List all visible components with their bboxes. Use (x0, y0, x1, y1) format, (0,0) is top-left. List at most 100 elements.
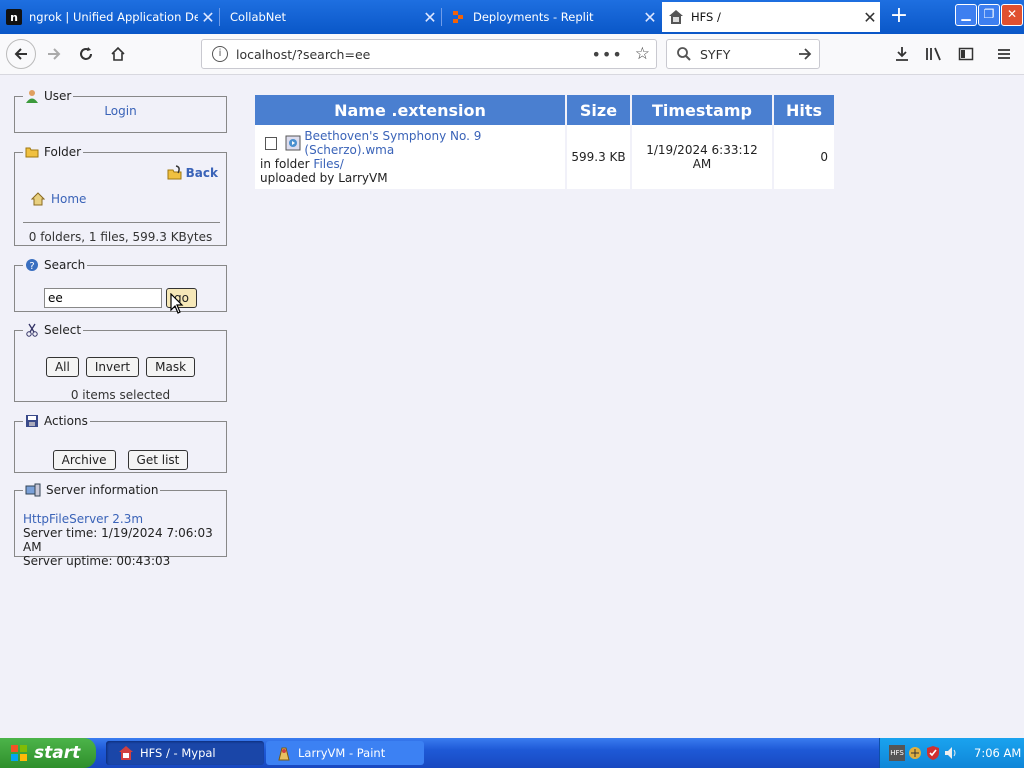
select-panel: Select All Invert Mask 0 items selected (14, 323, 227, 402)
search-input[interactable] (44, 288, 162, 308)
file-select-checkbox[interactable] (265, 136, 278, 150)
tab-separator (441, 8, 442, 26)
tab-title: ngrok | Unified Application Deliver (29, 10, 198, 24)
taskbar-item-paint[interactable]: LarryVM - Paint (266, 741, 424, 765)
in-folder-label: in folder (260, 157, 310, 171)
close-tab-icon[interactable]: ✕ (640, 8, 660, 27)
back-link-wrap[interactable]: Back (167, 165, 218, 181)
close-tab-icon[interactable]: ✕ (860, 8, 880, 27)
get-list-button[interactable]: Get list (127, 450, 189, 470)
file-name-link[interactable]: Beethoven's Symphony No. 9 (Scherzo).wma (304, 129, 560, 157)
download-icon (896, 47, 908, 61)
column-header-timestamp[interactable]: Timestamp (632, 95, 772, 125)
minimize-window-button[interactable]: ▁ (955, 4, 977, 26)
login-link[interactable]: Login (104, 104, 136, 118)
restore-window-button[interactable]: ❐ (978, 4, 1000, 26)
arrow-right-icon (799, 48, 812, 60)
taskbar-item-mypal[interactable]: HFS / - Mypal (106, 741, 264, 765)
network-tray-icon[interactable] (907, 745, 923, 761)
selection-status: 0 items selected (70, 388, 171, 402)
server-uptime: Server uptime: 00:43:03 (23, 554, 171, 568)
hfs-icon (668, 9, 684, 25)
clock: 7:06 AM (974, 746, 1022, 760)
home-icon (111, 46, 125, 61)
server-info-panel: Server information HttpFileServer 2.3m S… (14, 483, 227, 568)
close-window-button[interactable]: ✕ (1001, 4, 1023, 26)
search-bar[interactable]: SYFY (666, 39, 820, 69)
search-input[interactable]: SYFY (700, 47, 797, 62)
new-tab-button[interactable]: + (888, 4, 910, 28)
home-link[interactable]: Home (51, 192, 86, 206)
divider (23, 222, 220, 223)
panel-title: Server information (46, 483, 159, 497)
archive-button[interactable]: Archive (52, 450, 116, 470)
folder-icon (25, 145, 39, 159)
page-content: User Login Folder Back Home 0 folders, 1… (0, 75, 1024, 738)
panel-title: User (44, 89, 72, 103)
blank-page-icon (224, 9, 226, 25)
sidebar-icon (958, 47, 974, 61)
page-actions-icon[interactable]: ••• (591, 45, 622, 64)
hamburger-menu-icon (998, 49, 1010, 59)
help-icon: ? (25, 258, 39, 272)
hfs-tray-icon[interactable]: HFS (889, 745, 905, 761)
system-tray: HFS 7:06 AM (879, 738, 1024, 768)
windows-taskbar: start HFS / - Mypal LarryVM - Paint HFS … (0, 738, 1024, 768)
taskbar-item-title: HFS / - Mypal (140, 746, 216, 760)
server-time: Server time: 1/19/2024 7:06:03 AM (23, 526, 213, 554)
panel-title: Search (44, 258, 86, 272)
column-header-name[interactable]: Name .extension (255, 95, 565, 125)
url-text[interactable]: localhost/?search=ee (236, 47, 591, 62)
start-label: start (34, 743, 81, 763)
reload-button[interactable] (72, 40, 100, 68)
downloads-button[interactable] (888, 40, 916, 68)
browser-tab-strip: n ngrok | Unified Application Deliver ✕ … (0, 0, 1024, 34)
close-tab-icon[interactable]: ✕ (198, 8, 218, 27)
home-button[interactable] (104, 40, 132, 68)
folder-link[interactable]: Files/ (313, 157, 343, 171)
actions-panel: Actions Archive Get list (14, 414, 227, 473)
hfs-version-link[interactable]: HttpFileServer 2.3m (23, 512, 226, 526)
bookmark-star-icon[interactable]: ☆ (635, 44, 650, 64)
back-link[interactable]: Back (186, 166, 218, 180)
sidebar-toggle-button[interactable] (952, 40, 980, 68)
table-header-row: Name .extension Size Timestamp Hits (255, 95, 834, 125)
search-panel: ? Search go (14, 258, 227, 312)
security-shield-icon[interactable] (925, 745, 941, 761)
library-button[interactable] (920, 40, 948, 68)
reload-icon (80, 47, 92, 60)
tab-hfs[interactable]: HFS / ✕ (662, 2, 880, 32)
replit-icon (450, 9, 466, 25)
file-table: Name .extension Size Timestamp Hits Beet… (253, 95, 836, 189)
user-icon (25, 89, 39, 103)
mouse-cursor-icon (170, 293, 184, 314)
invert-selection-button[interactable]: Invert (85, 357, 140, 377)
taskbar-item-title: LarryVM - Paint (298, 746, 386, 760)
uploaded-by-text: uploaded by LarryVM (260, 171, 388, 185)
tab-collabnet[interactable]: CollabNet ✕ (222, 2, 440, 32)
tab-title: HFS / (691, 10, 721, 24)
select-all-button[interactable]: All (45, 357, 79, 377)
tab-ngrok[interactable]: n ngrok | Unified Application Deliver ✕ (0, 2, 218, 32)
server-icon (25, 483, 41, 497)
tab-title: CollabNet (230, 10, 286, 24)
tab-replit[interactable]: Deployments - Replit ✕ (444, 2, 660, 32)
url-bar[interactable]: i localhost/?search=ee ••• ☆ (201, 39, 657, 69)
svg-text:?: ? (29, 261, 34, 272)
tab-separator (219, 8, 220, 26)
volume-tray-icon[interactable] (943, 745, 959, 761)
column-header-size[interactable]: Size (567, 95, 630, 125)
start-button[interactable]: start (0, 738, 96, 768)
folder-summary: 0 folders, 1 files, 599.3 KBytes (28, 230, 213, 244)
info-icon[interactable]: i (212, 46, 228, 62)
search-icon (677, 47, 691, 61)
mask-button[interactable]: Mask (146, 357, 196, 377)
library-icon (926, 47, 941, 61)
forward-button[interactable] (40, 40, 68, 68)
close-tab-icon[interactable]: ✕ (420, 8, 440, 27)
menu-button[interactable] (990, 40, 1018, 68)
column-header-hits[interactable]: Hits (774, 95, 834, 125)
file-size-cell: 599.3 KB (567, 125, 630, 189)
back-button[interactable] (6, 39, 36, 69)
table-row: Beethoven's Symphony No. 9 (Scherzo).wma… (255, 125, 834, 189)
